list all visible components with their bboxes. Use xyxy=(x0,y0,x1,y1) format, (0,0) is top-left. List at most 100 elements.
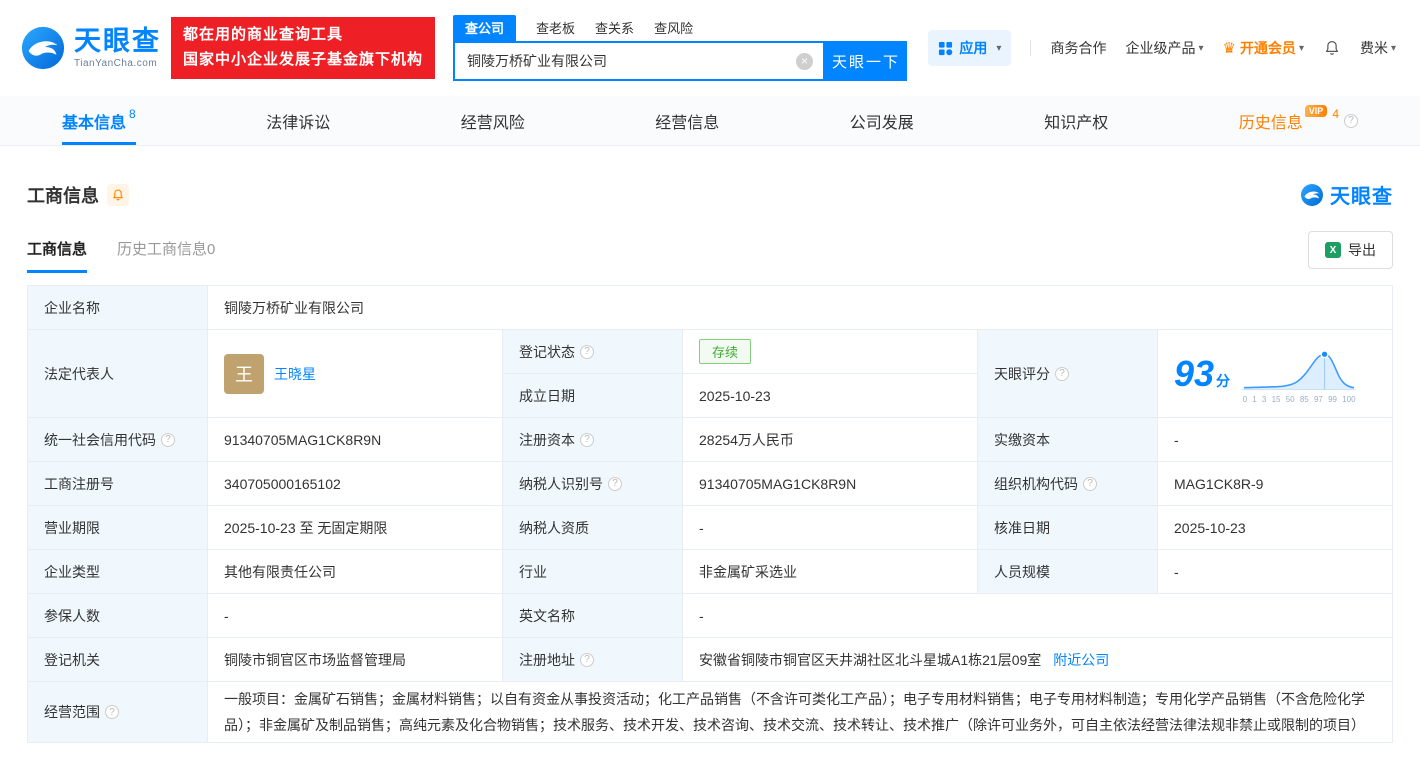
nearby-companies-link[interactable]: 附近公司 xyxy=(1053,650,1109,670)
field-label-insured: 参保人数 xyxy=(28,594,208,638)
field-label-legal-rep: 法定代表人 xyxy=(28,330,208,418)
apps-grid-icon xyxy=(939,41,953,55)
export-button[interactable]: X 导出 xyxy=(1308,231,1393,269)
help-icon[interactable]: ? xyxy=(1055,366,1069,381)
field-value-reg-status: 存续 xyxy=(683,330,978,374)
help-icon[interactable]: ? xyxy=(1344,113,1358,128)
field-value-english-name: - xyxy=(683,594,1393,638)
score-chart xyxy=(1242,349,1357,390)
subscribe-bell-button[interactable] xyxy=(107,183,129,206)
chevron-down-icon: ▾ xyxy=(996,42,1002,54)
help-icon[interactable]: ? xyxy=(580,344,594,359)
tab-basic-info[interactable]: 基本信息 8 xyxy=(62,96,136,145)
chevron-down-icon: ▾ xyxy=(1298,42,1304,54)
tab-badge: 8 xyxy=(129,106,136,121)
field-value-org-code: MAG1CK8R-9 xyxy=(1158,462,1393,506)
nav-open-vip[interactable]: ♛ 开通会员 ▾ xyxy=(1222,38,1303,58)
field-value-insured: - xyxy=(208,594,503,638)
tab-operating-risk[interactable]: 经营风险 xyxy=(461,96,525,145)
logo-subtitle: TianYanCha.com xyxy=(74,57,158,69)
tab-label: 知识产权 xyxy=(1044,114,1109,132)
nav-user-menu[interactable]: 费米 ▾ xyxy=(1360,38,1396,58)
tianyancha-logo[interactable]: 天眼查 TianYanCha.com xyxy=(20,25,161,71)
nav-vip-label: 开通会员 xyxy=(1239,40,1296,56)
chevron-down-icon: ▾ xyxy=(1390,42,1396,54)
tab-badge: 4 xyxy=(1332,106,1339,121)
field-label-taxpayer-quality: 纳税人资质 xyxy=(503,506,683,550)
avatar[interactable]: 王 xyxy=(224,353,264,394)
search-input[interactable] xyxy=(455,53,797,69)
field-value-address: 安徽省铜陵市铜官区天井湖社区北斗星城A1栋21层09室 附近公司 xyxy=(683,638,1393,682)
tab-intellectual-property[interactable]: 知识产权 xyxy=(1044,96,1108,145)
field-value-approval-date: 2025-10-23 xyxy=(1158,506,1393,550)
search-tab-risk[interactable]: 查风险 xyxy=(654,15,693,41)
clear-icon[interactable]: × xyxy=(796,52,814,70)
field-label-address: 注册地址 ? xyxy=(503,638,683,682)
top-navigation: 应用 ▾ 商务合作 企业级产品 ▾ ♛ 开通会员 ▾ 费米 ▾ xyxy=(928,30,1396,66)
tab-label: 经营风险 xyxy=(460,114,525,132)
nav-enterprise-products[interactable]: 企业级产品 ▾ xyxy=(1125,38,1203,58)
export-label: 导出 xyxy=(1348,242,1376,258)
apps-label: 应用 xyxy=(959,40,988,56)
nav-business-cooperation[interactable]: 商务合作 xyxy=(1050,38,1106,58)
tab-legal-litigation[interactable]: 法律诉讼 xyxy=(266,96,330,145)
notifications-button[interactable] xyxy=(1323,39,1341,57)
field-label-paid-capital: 实缴资本 xyxy=(978,418,1158,462)
excel-icon: X xyxy=(1325,242,1341,258)
tab-operating-info[interactable]: 经营信息 xyxy=(655,96,719,145)
logo-text: 天眼查 TianYanCha.com xyxy=(74,27,161,69)
nav-username: 费米 xyxy=(1359,40,1388,56)
search-button[interactable]: 天眼一下 xyxy=(825,41,908,81)
crown-icon: ♛ xyxy=(1222,40,1236,57)
field-label-company-name: 企业名称 xyxy=(28,286,208,330)
field-value-business-term: 2025-10-23 至 无固定期限 xyxy=(208,506,503,550)
watermark-brand-text: 天眼查 xyxy=(1330,186,1393,208)
tab-label: 基本信息 xyxy=(62,114,127,132)
field-value-taxpayer-quality: - xyxy=(683,506,978,550)
tianyancha-watermark-icon xyxy=(1301,183,1323,206)
field-value-legal-rep: 王 王晓星 xyxy=(208,330,503,418)
field-value-company-type: 其他有限责任公司 xyxy=(208,550,503,594)
field-value-reg-number: 340705000165102 xyxy=(208,462,503,506)
main-content: 工商信息 天眼查 工商信息 历史工商信息0 X 导出 企业名称 铜陵万桥矿业有限… xyxy=(0,180,1420,743)
help-icon[interactable]: ? xyxy=(1083,476,1097,491)
score-value: 93 xyxy=(1174,352,1215,394)
tab-history-info[interactable]: 历史信息 VIP 4 ? xyxy=(1239,96,1358,145)
chevron-down-icon: ▾ xyxy=(1198,42,1204,54)
field-label-approval-date: 核准日期 xyxy=(978,506,1158,550)
help-icon[interactable]: ? xyxy=(105,705,119,719)
tab-label: 历史信息 xyxy=(1238,114,1303,132)
subtab-history-business-info[interactable]: 历史工商信息0 xyxy=(117,238,215,273)
help-icon[interactable]: ? xyxy=(161,432,175,447)
field-value-industry: 非金属矿采选业 xyxy=(683,550,978,594)
score-unit: 分 xyxy=(1216,372,1231,389)
score-axis-labels: 0 1 3 15 50 85 97 99 100 xyxy=(1242,394,1356,404)
field-value-paid-capital: - xyxy=(1158,418,1393,462)
help-icon[interactable]: ? xyxy=(580,652,594,667)
search-tab-boss[interactable]: 查老板 xyxy=(536,15,575,41)
promo-banner-line1: 都在用的商业查询工具 xyxy=(183,26,344,44)
field-label-registry: 登记机关 xyxy=(28,638,208,682)
legal-rep-link[interactable]: 王晓星 xyxy=(274,364,316,384)
promo-banner: 都在用的商业查询工具 国家中小企业发展子基金旗下机构 xyxy=(171,17,436,79)
help-icon[interactable]: ? xyxy=(580,432,594,447)
tab-label: 公司发展 xyxy=(849,114,914,132)
field-label-credit-code: 统一社会信用代码 ? xyxy=(28,418,208,462)
field-label-reg-number: 工商注册号 xyxy=(28,462,208,506)
field-value-score: 93 分 0 1 3 15 50 85 97 99 100 xyxy=(1158,330,1393,418)
field-label-staff-size: 人员规模 xyxy=(978,550,1158,594)
field-value-taxpayer-id: 91340705MAG1CK8R9N xyxy=(683,462,978,506)
search-tab-company[interactable]: 查公司 xyxy=(453,15,517,41)
field-label-org-code: 组织机构代码 ? xyxy=(978,462,1158,506)
field-value-reg-capital: 28254万人民币 xyxy=(683,418,978,462)
search-type-tabs: 查公司 查老板 查关系 查风险 xyxy=(453,15,907,41)
tianyancha-logo-icon xyxy=(21,26,65,70)
search-tab-relation[interactable]: 查关系 xyxy=(595,15,634,41)
apps-menu-button[interactable]: 应用 ▾ xyxy=(928,30,1012,66)
subtab-business-info[interactable]: 工商信息 xyxy=(27,238,88,273)
bell-icon xyxy=(1325,41,1339,55)
page-title: 工商信息 xyxy=(27,185,99,206)
field-label-english-name: 英文名称 xyxy=(503,594,683,638)
tab-company-development[interactable]: 公司发展 xyxy=(850,96,914,145)
help-icon[interactable]: ? xyxy=(608,476,622,491)
